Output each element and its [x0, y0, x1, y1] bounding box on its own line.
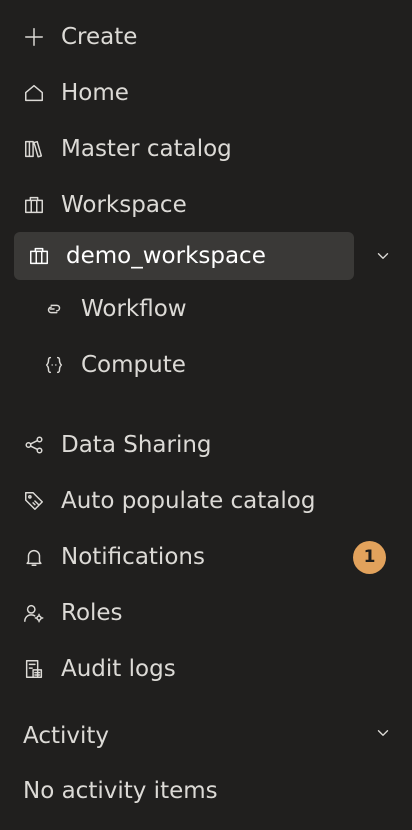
nav-item-label: Roles: [61, 600, 123, 626]
braces-icon: [42, 353, 66, 377]
bell-icon: [22, 545, 46, 569]
nav-item-label: Master catalog: [61, 136, 232, 162]
link-icon: [42, 297, 66, 321]
nav-item-label: Data Sharing: [61, 432, 212, 458]
nav-item-label: Auto populate catalog: [61, 488, 316, 514]
nav-item-audit-logs[interactable]: Audit logs: [14, 645, 354, 693]
nav-item-label: Workspace: [61, 192, 187, 218]
nav-item-auto-populate-catalog[interactable]: Auto populate catalog: [14, 477, 354, 525]
user-settings-icon: [22, 601, 46, 625]
plus-icon: [22, 25, 46, 49]
nav-item-compute[interactable]: Compute: [14, 341, 354, 389]
nav-item-label: Home: [61, 80, 129, 106]
nav-item-label: Compute: [81, 352, 186, 378]
nav-item-label: demo_workspace: [66, 243, 266, 269]
side-navigation: Create Home Master catalog Workspace dem…: [0, 0, 412, 830]
audit-log-icon: [22, 657, 46, 681]
nav-item-roles[interactable]: Roles: [14, 589, 354, 637]
nav-item-label: Notifications: [61, 544, 205, 570]
nav-item-demo-workspace[interactable]: demo_workspace: [14, 232, 354, 280]
nav-item-data-sharing[interactable]: Data Sharing: [14, 421, 354, 469]
nav-item-master-catalog[interactable]: Master catalog: [14, 125, 354, 173]
nav-item-label: Create: [61, 24, 138, 50]
briefcase-icon: [27, 244, 51, 268]
nav-item-create[interactable]: Create: [14, 13, 354, 61]
nav-item-label: Audit logs: [61, 656, 176, 682]
notification-count-badge: 1: [353, 541, 386, 574]
nav-item-label: Workflow: [81, 296, 187, 322]
home-icon: [22, 81, 46, 105]
chevron-down-icon[interactable]: [371, 721, 395, 745]
activity-empty-message: No activity items: [23, 778, 218, 804]
books-icon: [22, 137, 46, 161]
briefcase-icon: [22, 193, 46, 217]
share-icon: [22, 433, 46, 457]
nav-item-workflow[interactable]: Workflow: [14, 285, 354, 333]
activity-section-title: Activity: [23, 723, 110, 749]
nav-item-notifications[interactable]: Notifications: [14, 533, 354, 581]
chevron-down-icon[interactable]: [371, 244, 395, 268]
nav-item-workspace[interactable]: Workspace: [14, 181, 354, 229]
tag-icon: [22, 489, 46, 513]
nav-item-home[interactable]: Home: [14, 69, 354, 117]
